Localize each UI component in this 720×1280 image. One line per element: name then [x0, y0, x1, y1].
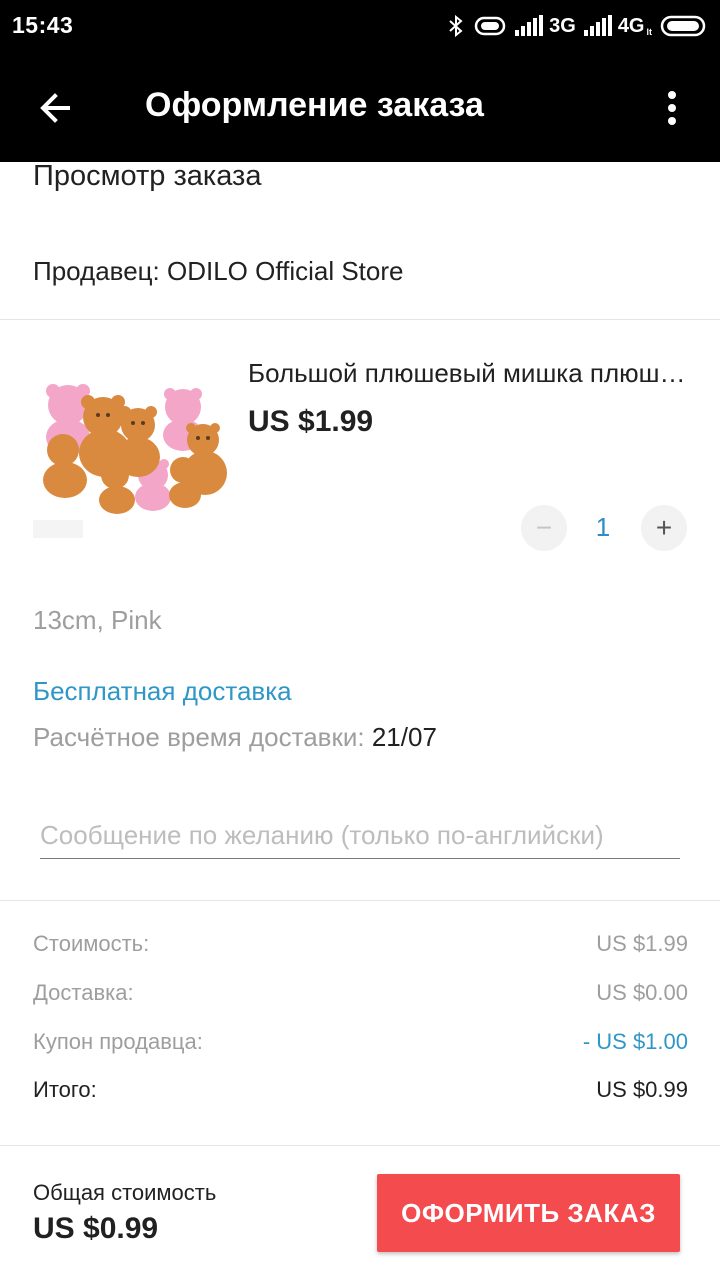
seller-message-input[interactable]: [40, 812, 680, 859]
page-title: Оформление заказа: [145, 86, 484, 124]
product-image[interactable]: [33, 345, 233, 550]
checkout-bar: Общая стоимость US $0.99 ОФОРМИТЬ ЗАКАЗ: [0, 1146, 720, 1280]
subtotal-value: US $0.99: [596, 1077, 688, 1102]
status-bar: 15:43 3G 4G lt: [0, 0, 720, 52]
network-type-2: 4G: [617, 14, 645, 37]
battery-icon: [660, 15, 706, 37]
more-vertical-icon: [668, 91, 676, 125]
product-title[interactable]: Большой плюшевый мишка плюшевый медведь: [248, 358, 688, 389]
network-type-2-suffix: lt: [646, 27, 653, 37]
grand-total-label: Общая стоимость: [33, 1180, 217, 1205]
seller-name[interactable]: Продавец: ODILO Official Store: [33, 256, 403, 287]
divider: [0, 319, 720, 320]
product-variant: 13cm, Pink: [33, 605, 162, 635]
cost-value: US $1.99: [596, 931, 688, 956]
order-review-heading: Просмотр заказа: [33, 160, 262, 192]
delivery-estimate: Расчётное время доставки: 21/07: [33, 722, 437, 753]
shipping-cost-value: US $0.00: [596, 980, 688, 1005]
arrow-back-icon: [40, 93, 70, 123]
status-icons: 3G 4G lt: [447, 11, 708, 41]
quantity-decrease-button[interactable]: −: [521, 505, 567, 551]
back-button[interactable]: [28, 80, 84, 136]
shipping-cost-label: Доставка:: [33, 980, 134, 1005]
delivery-estimate-label: Расчётное время доставки:: [33, 722, 372, 752]
subtotal-label: Итого:: [33, 1077, 97, 1102]
quantity-value: 1: [595, 512, 611, 542]
teddy-bears-image: [33, 345, 233, 550]
status-time: 15:43: [12, 12, 74, 38]
cost-label: Стоимость:: [33, 931, 150, 956]
signal-icon-2: [583, 15, 612, 36]
quantity-increase-button[interactable]: +: [641, 505, 687, 551]
product-price: US $1.99: [248, 405, 374, 438]
vibrate-icon: [474, 16, 506, 36]
shipping-method-link[interactable]: Бесплатная доставка: [33, 676, 292, 707]
divider: [0, 900, 720, 901]
grand-total-value: US $0.99: [33, 1212, 159, 1245]
seller-coupon-value[interactable]: - US $1.00: [583, 1029, 688, 1055]
app-bar: Оформление заказа: [0, 52, 720, 162]
place-order-button[interactable]: ОФОРМИТЬ ЗАКАЗ: [377, 1174, 680, 1252]
signal-icon: [515, 15, 544, 36]
more-options-button[interactable]: [652, 82, 692, 134]
bluetooth-icon: [449, 14, 463, 38]
delivery-estimate-date: 21/07: [371, 722, 437, 752]
network-type-1: 3G: [549, 14, 576, 37]
seller-coupon-label: Купон продавца:: [33, 1029, 203, 1054]
